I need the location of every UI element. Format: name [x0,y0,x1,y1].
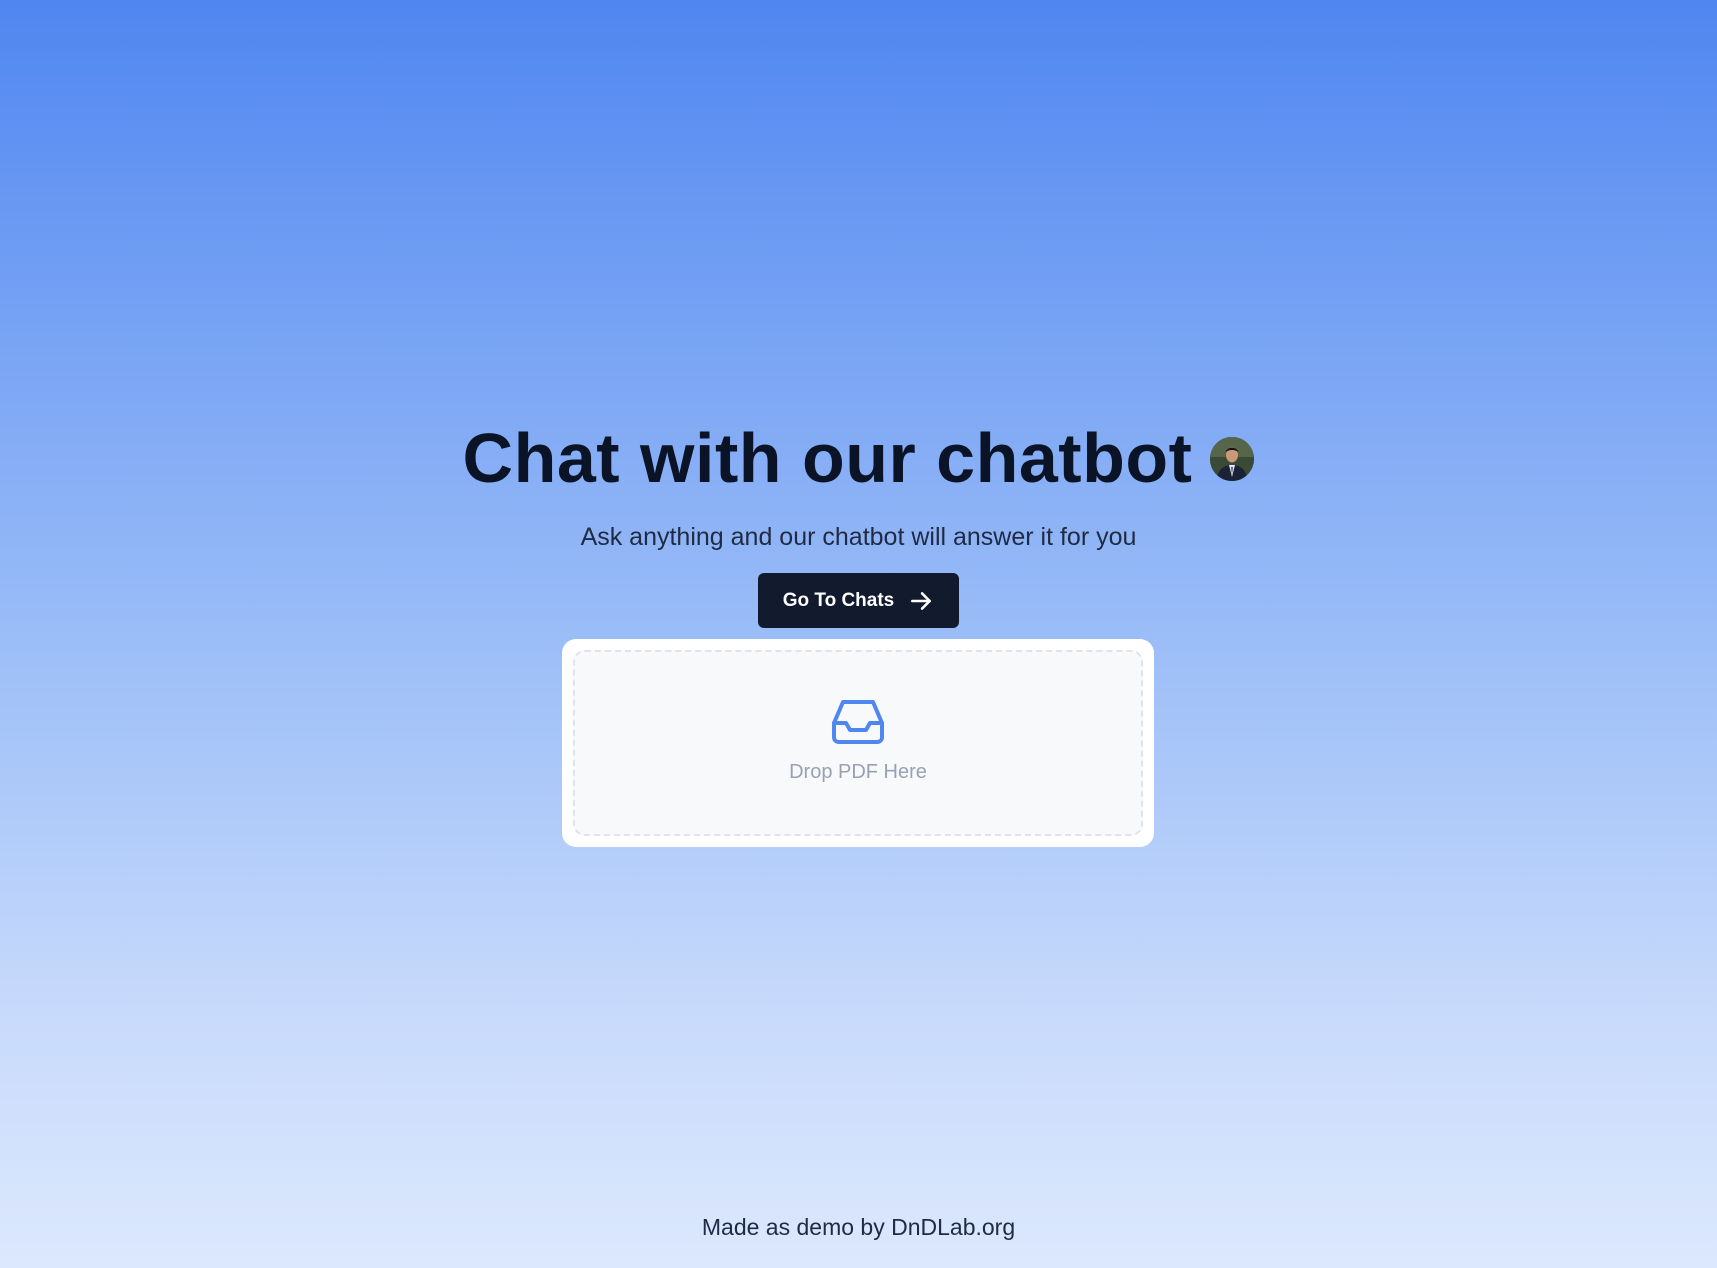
page-subtitle: Ask anything and our chatbot will answer… [580,523,1137,551]
footer: Made as demo by DnDLab.org [0,1214,1717,1241]
hero-section: Chat with our chatbot Ask anything and o… [0,418,1717,628]
go-to-chats-button[interactable]: Go To Chats [758,573,959,628]
footer-prefix: Made as demo by [701,1214,892,1240]
avatar-image [1210,437,1255,481]
title-row: Chat with our chatbot [0,418,1717,498]
page-title: Chat with our chatbot [462,419,1193,497]
arrow-right-icon [908,588,934,614]
go-to-chats-label: Go To Chats [782,589,895,611]
upload-card: Drop PDF Here [562,639,1154,847]
dropzone-label: Drop PDF Here [789,760,927,783]
inbox-icon [831,699,885,745]
avatar [1210,437,1255,481]
pdf-dropzone[interactable]: Drop PDF Here [573,650,1143,836]
footer-brand-link[interactable]: DnDLab.org [891,1214,1015,1240]
